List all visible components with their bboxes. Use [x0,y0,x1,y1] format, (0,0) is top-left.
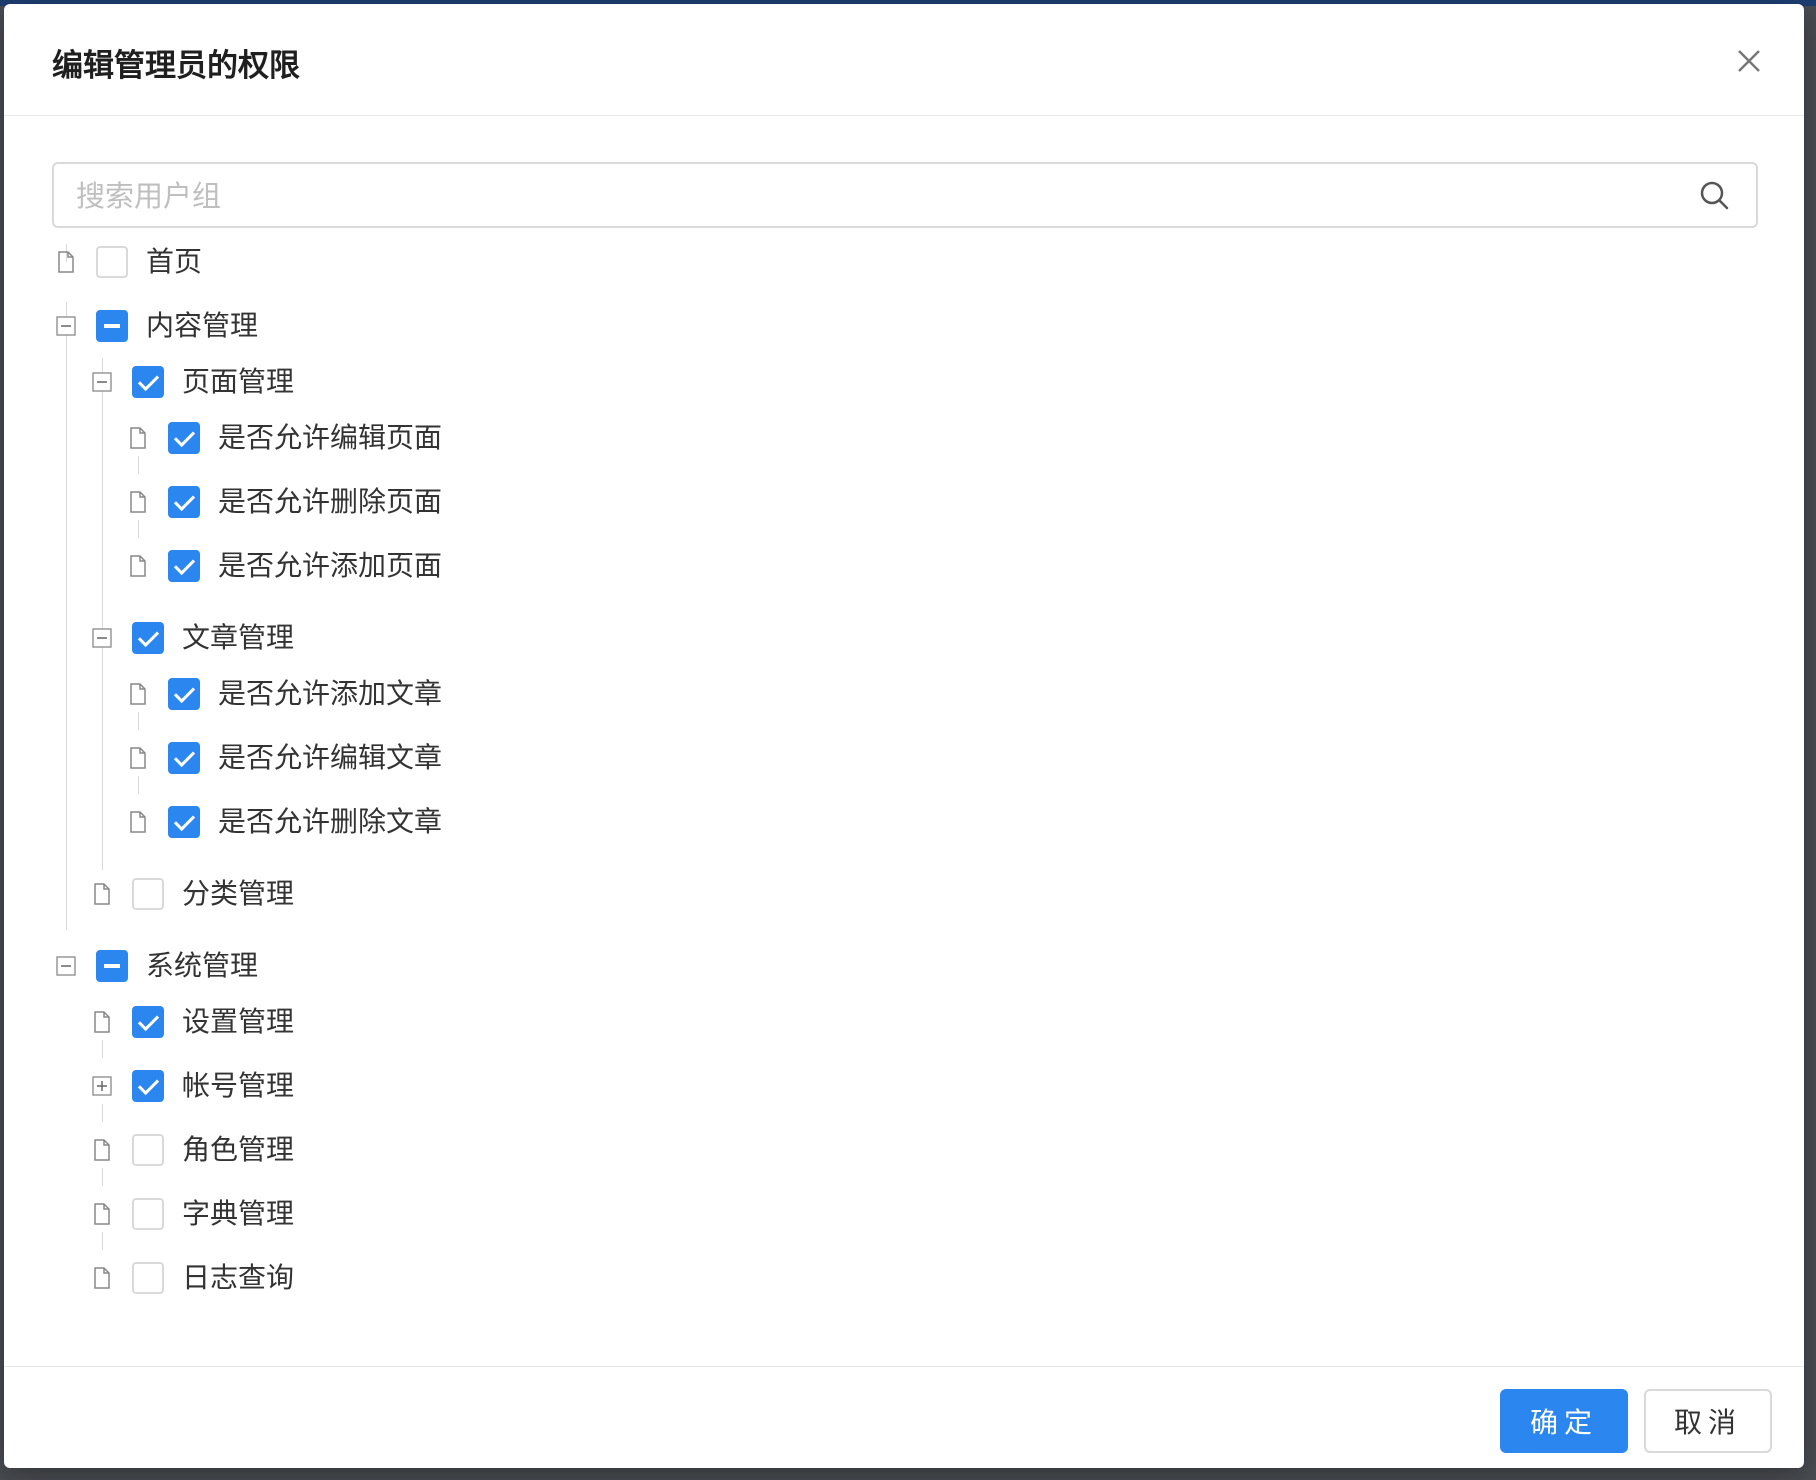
tree-checkbox[interactable] [132,878,164,910]
dialog-header: 编辑管理员的权限 [4,4,1804,116]
file-icon [128,810,148,834]
tree-node-label[interactable]: 文章管理 [182,618,294,658]
tree-line [138,520,139,538]
tree-node-label[interactable]: 是否允许添加文章 [218,674,442,714]
collapse-icon[interactable] [92,370,112,394]
tree-node-label[interactable]: 日志查询 [182,1258,294,1298]
tree-node-label[interactable]: 页面管理 [182,362,294,402]
ok-button[interactable]: 确定 [1500,1389,1628,1453]
tree-line [138,456,139,474]
tree-node-label[interactable]: 是否允许添加页面 [218,546,442,586]
tree-checkbox[interactable] [132,622,164,654]
file-icon [128,682,148,706]
tree-line [66,302,67,930]
file-icon [92,1202,112,1226]
collapse-icon[interactable] [92,626,112,650]
collapse-icon[interactable] [56,314,76,338]
tree-node-label[interactable]: 帐号管理 [182,1066,294,1106]
tree-node-label[interactable]: 内容管理 [146,306,258,346]
tree-node-label[interactable]: 角色管理 [182,1130,294,1170]
tree-node-label[interactable]: 是否允许编辑页面 [218,418,442,458]
search-box [52,162,1758,228]
file-icon [92,1138,112,1162]
collapse-icon[interactable] [56,954,76,978]
file-icon [56,250,76,274]
file-icon [128,426,148,450]
tree-line [102,1232,103,1250]
tree-line [102,358,103,614]
tree-line [102,1040,103,1058]
tree-checkbox[interactable] [132,1006,164,1038]
tree-checkbox[interactable] [132,1134,164,1166]
file-icon [128,746,148,770]
tree-checkbox[interactable] [168,422,200,454]
tree-checkbox[interactable] [168,678,200,710]
tree-node-label[interactable]: 首页 [146,242,202,282]
dialog-footer: 确定 取消 [4,1366,1804,1468]
close-icon[interactable] [1734,46,1764,76]
search-icon[interactable] [1698,179,1730,211]
tree-checkbox[interactable] [168,550,200,582]
file-icon [92,1010,112,1034]
cancel-button[interactable]: 取消 [1644,1389,1772,1453]
tree-node-label[interactable]: 是否允许删除文章 [218,802,442,842]
tree-checkbox[interactable] [96,950,128,982]
tree-checkbox[interactable] [96,246,128,278]
tree-node-label[interactable]: 是否允许删除页面 [218,482,442,522]
file-icon [92,882,112,906]
tree-line [102,1168,103,1186]
tree-checkbox[interactable] [132,1262,164,1294]
permissions-dialog: 编辑管理员的权限 首页 [4,4,1804,1468]
file-icon [92,1266,112,1290]
tree-line [102,614,103,870]
file-icon [128,554,148,578]
expand-icon[interactable] [92,1074,112,1098]
tree-node-label[interactable]: 系统管理 [146,946,258,986]
file-icon [128,490,148,514]
tree-node-label[interactable]: 设置管理 [182,1002,294,1042]
tree-checkbox[interactable] [168,806,200,838]
tree-checkbox[interactable] [168,742,200,774]
tree-checkbox[interactable] [132,1070,164,1102]
tree-node-label[interactable]: 分类管理 [182,874,294,914]
tree-line [138,776,139,794]
tree-checkbox[interactable] [132,1198,164,1230]
tree-node-label[interactable]: 字典管理 [182,1194,294,1234]
tree-checkbox[interactable] [132,366,164,398]
tree-node-label[interactable]: 是否允许编辑文章 [218,738,442,778]
tree-checkbox[interactable] [168,486,200,518]
search-input[interactable] [74,164,1678,228]
tree-checkbox[interactable] [96,310,128,342]
dialog-title: 编辑管理员的权限 [52,48,300,84]
tree-line [102,1104,103,1122]
tree-line [138,712,139,730]
